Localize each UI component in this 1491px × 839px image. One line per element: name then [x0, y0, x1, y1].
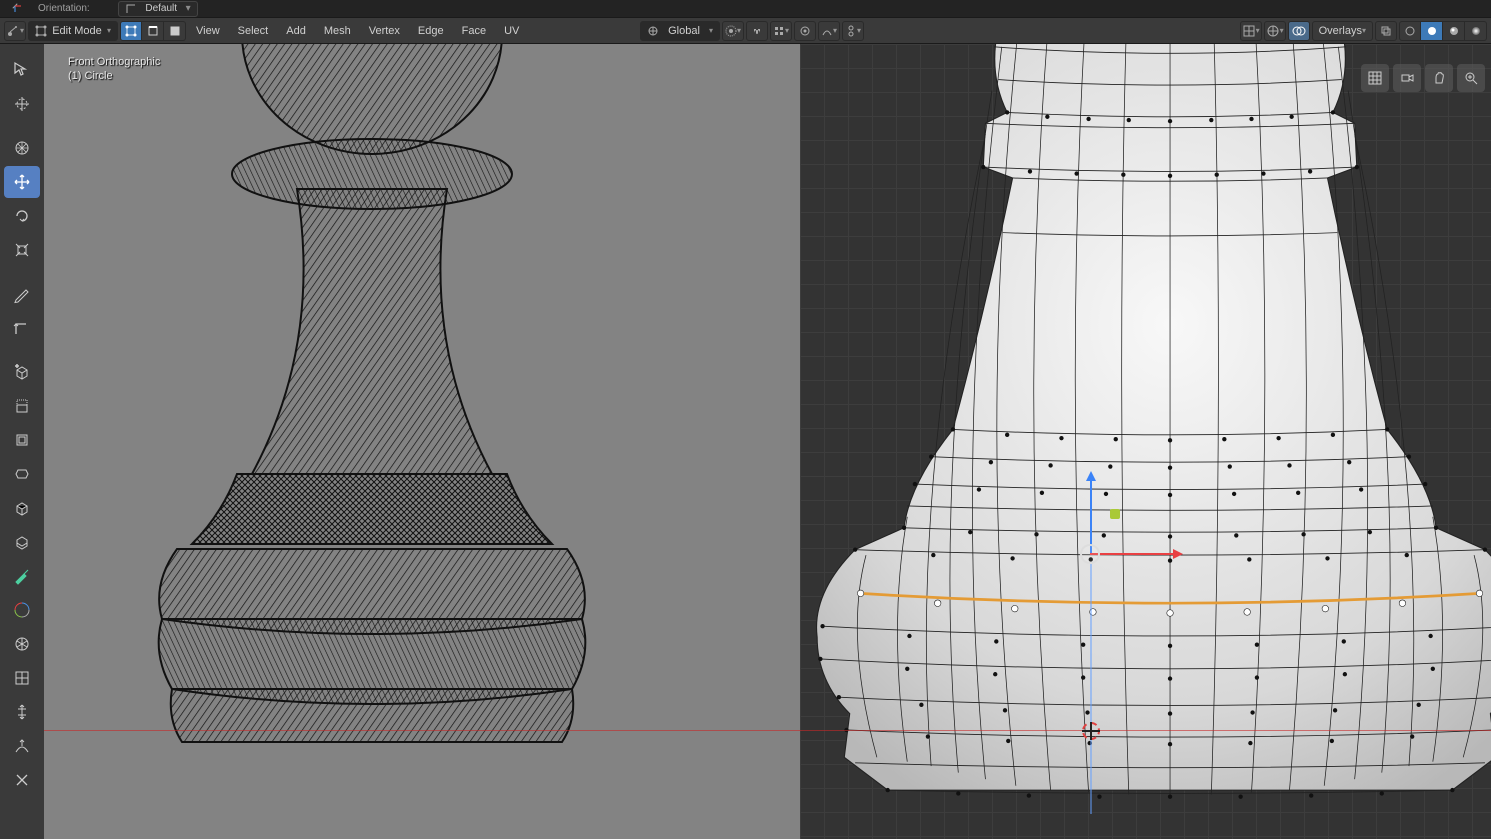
main-area: Front Orthographic (1) Circle	[0, 44, 1491, 839]
chevron-down-icon: ▾	[737, 26, 741, 35]
orientation-value: Default	[145, 3, 177, 14]
shading-rendered[interactable]	[1465, 21, 1487, 41]
gizmo-center[interactable]	[1080, 544, 1100, 564]
viewport-info-overlay: Front Orthographic (1) Circle	[68, 56, 160, 84]
tool-smooth[interactable]	[4, 662, 40, 694]
chevron-down-icon: ▾	[833, 26, 837, 35]
proportional-falloff-dropdown[interactable]: ▾	[818, 21, 840, 41]
orientation-label: Orientation:	[38, 3, 90, 14]
tool-cursor[interactable]	[4, 88, 40, 120]
pivot-point-dropdown[interactable]: ▾	[722, 21, 744, 41]
chevron-down-icon: ▾	[186, 3, 191, 14]
tool-extrude-individual[interactable]	[4, 424, 40, 456]
transform-orientation-value: Global	[668, 25, 700, 37]
mesh-edit-mode-options[interactable]: ▾	[1240, 21, 1262, 41]
nav-grid-icon[interactable]	[1361, 64, 1389, 92]
xray-toggle[interactable]	[1375, 21, 1397, 41]
x-axis-line-right	[800, 730, 1491, 731]
select-mode-group	[120, 21, 186, 41]
chevron-down-icon: ▾	[1280, 26, 1284, 35]
gizmo-y-axis[interactable]	[1110, 509, 1120, 519]
select-mode-vertex[interactable]	[120, 21, 142, 41]
mode-label: Edit Mode	[52, 25, 102, 37]
menu-add[interactable]: Add	[278, 21, 314, 41]
shading-solid[interactable]	[1421, 21, 1443, 41]
select-mode-edge[interactable]	[142, 21, 164, 41]
menu-view[interactable]: View	[188, 21, 228, 41]
object-name-text: (1) Circle	[68, 70, 160, 82]
tool-rotate[interactable]	[4, 200, 40, 232]
3d-cursor	[1082, 722, 1100, 740]
tool-inset-faces[interactable]	[4, 458, 40, 490]
x-axis-line	[44, 730, 800, 731]
proportional-edit-toggle[interactable]	[794, 21, 816, 41]
chevron-down-icon: ▾	[1256, 26, 1260, 35]
overlays-toggle[interactable]	[1288, 21, 1310, 41]
transform-orientation-dropdown[interactable]: Global ▾	[640, 21, 720, 41]
reference-image-area[interactable]: Front Orthographic (1) Circle	[44, 44, 800, 839]
orientation-dropdown[interactable]: Default ▾	[118, 1, 198, 17]
chevron-down-icon: ▾	[857, 26, 861, 35]
tool-bevel[interactable]	[4, 492, 40, 524]
nav-camera-icon[interactable]	[1393, 64, 1421, 92]
viewport-nav-buttons	[1361, 64, 1485, 92]
right-viewport[interactable]	[800, 44, 1491, 839]
tool-add-cube[interactable]	[4, 356, 40, 388]
shading-mode-group	[1399, 21, 1487, 41]
shading-material[interactable]	[1443, 21, 1465, 41]
chevron-down-icon: ▾	[20, 26, 24, 35]
nav-zoom-icon[interactable]	[1457, 64, 1485, 92]
overlays-dropdown[interactable]: Overlays ▾	[1312, 21, 1373, 41]
orientation-bar: Orientation: Default ▾	[0, 0, 1491, 17]
chess-pawn-mesh	[800, 44, 1491, 839]
menu-vertex[interactable]: Vertex	[361, 21, 408, 41]
chevron-down-icon: ▾	[785, 26, 789, 35]
snap-element-dropdown[interactable]: ▾	[770, 21, 792, 41]
tool-select-circle[interactable]	[4, 132, 40, 164]
tool-measure[interactable]	[4, 312, 40, 344]
tool-move[interactable]	[4, 166, 40, 198]
mode-dropdown[interactable]: Edit Mode ▾	[28, 21, 118, 41]
view-name-text: Front Orthographic	[68, 56, 160, 68]
shading-wireframe[interactable]	[1399, 21, 1421, 41]
tool-shrink-fatten[interactable]	[4, 730, 40, 762]
tool-annotate[interactable]	[4, 278, 40, 310]
tool-knife[interactable]	[4, 560, 40, 592]
tool-loop-cut[interactable]	[4, 526, 40, 558]
tool-poly-build[interactable]	[4, 594, 40, 626]
left-viewport[interactable]: Front Orthographic (1) Circle	[0, 44, 800, 839]
options-dropdown[interactable]: ▾	[842, 21, 864, 41]
nav-pan-icon[interactable]	[1425, 64, 1453, 92]
gizmo-z-axis[interactable]	[1090, 474, 1092, 554]
transform-gizmo-icon[interactable]	[6, 1, 30, 17]
chevron-down-icon: ▾	[709, 26, 713, 35]
tool-extrude-region[interactable]	[4, 390, 40, 422]
gizmo-x-axis[interactable]	[1090, 553, 1180, 555]
menu-uv[interactable]: UV	[496, 21, 527, 41]
menu-select[interactable]: Select	[230, 21, 277, 41]
tool-select-box[interactable]	[4, 54, 40, 86]
viewport-header: ▾ Edit Mode ▾ View Select Add Mesh Verte…	[0, 17, 1491, 44]
menu-face[interactable]: Face	[454, 21, 494, 41]
chess-pawn-reference-image	[44, 44, 800, 824]
overlays-label: Overlays	[1319, 25, 1362, 37]
snap-toggle[interactable]	[746, 21, 768, 41]
tool-rip-region[interactable]	[4, 764, 40, 796]
tool-edge-slide[interactable]	[4, 696, 40, 728]
z-axis-line	[1090, 564, 1092, 814]
menu-mesh[interactable]: Mesh	[316, 21, 359, 41]
select-mode-face[interactable]	[164, 21, 186, 41]
tool-sidebar	[0, 44, 44, 839]
tool-spin[interactable]	[4, 628, 40, 660]
menu-edge[interactable]: Edge	[410, 21, 452, 41]
tool-scale[interactable]	[4, 234, 40, 266]
editor-type-dropdown[interactable]: ▾	[4, 21, 26, 41]
gizmo-toggle[interactable]: ▾	[1264, 21, 1286, 41]
chevron-down-icon: ▾	[107, 26, 111, 35]
chevron-down-icon: ▾	[1362, 26, 1366, 35]
